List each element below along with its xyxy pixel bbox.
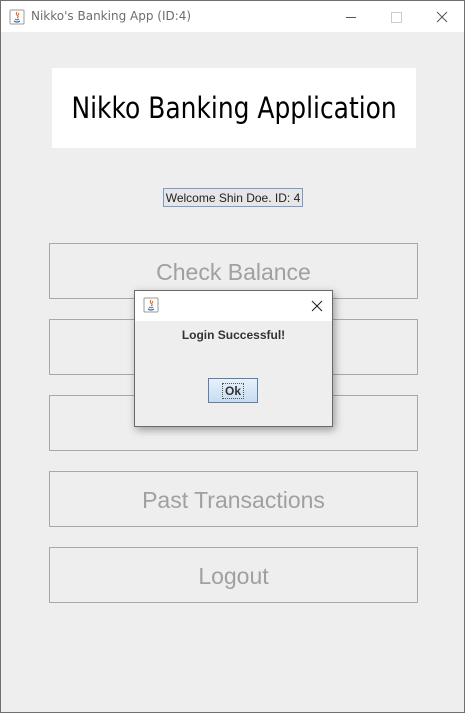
dialog-close-button[interactable] bbox=[305, 294, 329, 318]
logout-button[interactable]: Logout bbox=[49, 547, 418, 603]
minimize-icon bbox=[346, 17, 356, 18]
window-title: Nikko's Banking App (ID:4) bbox=[31, 9, 192, 23]
ok-button[interactable]: Ok bbox=[208, 378, 258, 403]
dialog-message: Login Successful! bbox=[181, 328, 286, 342]
dialog-title-bar[interactable] bbox=[135, 291, 332, 321]
past-transactions-button[interactable]: Past Transactions bbox=[49, 471, 418, 527]
maximize-icon bbox=[391, 12, 402, 23]
app-window: Nikko's Banking App (ID:4) Nikko Banking… bbox=[0, 0, 465, 713]
java-icon bbox=[9, 9, 25, 25]
login-success-dialog: Login Successful! Ok bbox=[134, 290, 333, 427]
java-icon bbox=[143, 297, 159, 313]
header-banner: Nikko Banking Application bbox=[52, 68, 416, 148]
title-bar[interactable]: Nikko's Banking App (ID:4) bbox=[1, 1, 464, 32]
maximize-button[interactable] bbox=[373, 1, 418, 32]
welcome-label: Welcome Shin Doe. ID: 4 bbox=[163, 188, 303, 207]
minimize-button[interactable] bbox=[328, 1, 373, 32]
app-heading: Nikko Banking Application bbox=[71, 91, 397, 125]
close-icon bbox=[436, 11, 448, 23]
ok-button-label: Ok bbox=[221, 382, 244, 399]
close-button[interactable] bbox=[419, 1, 464, 32]
close-icon bbox=[311, 300, 323, 312]
